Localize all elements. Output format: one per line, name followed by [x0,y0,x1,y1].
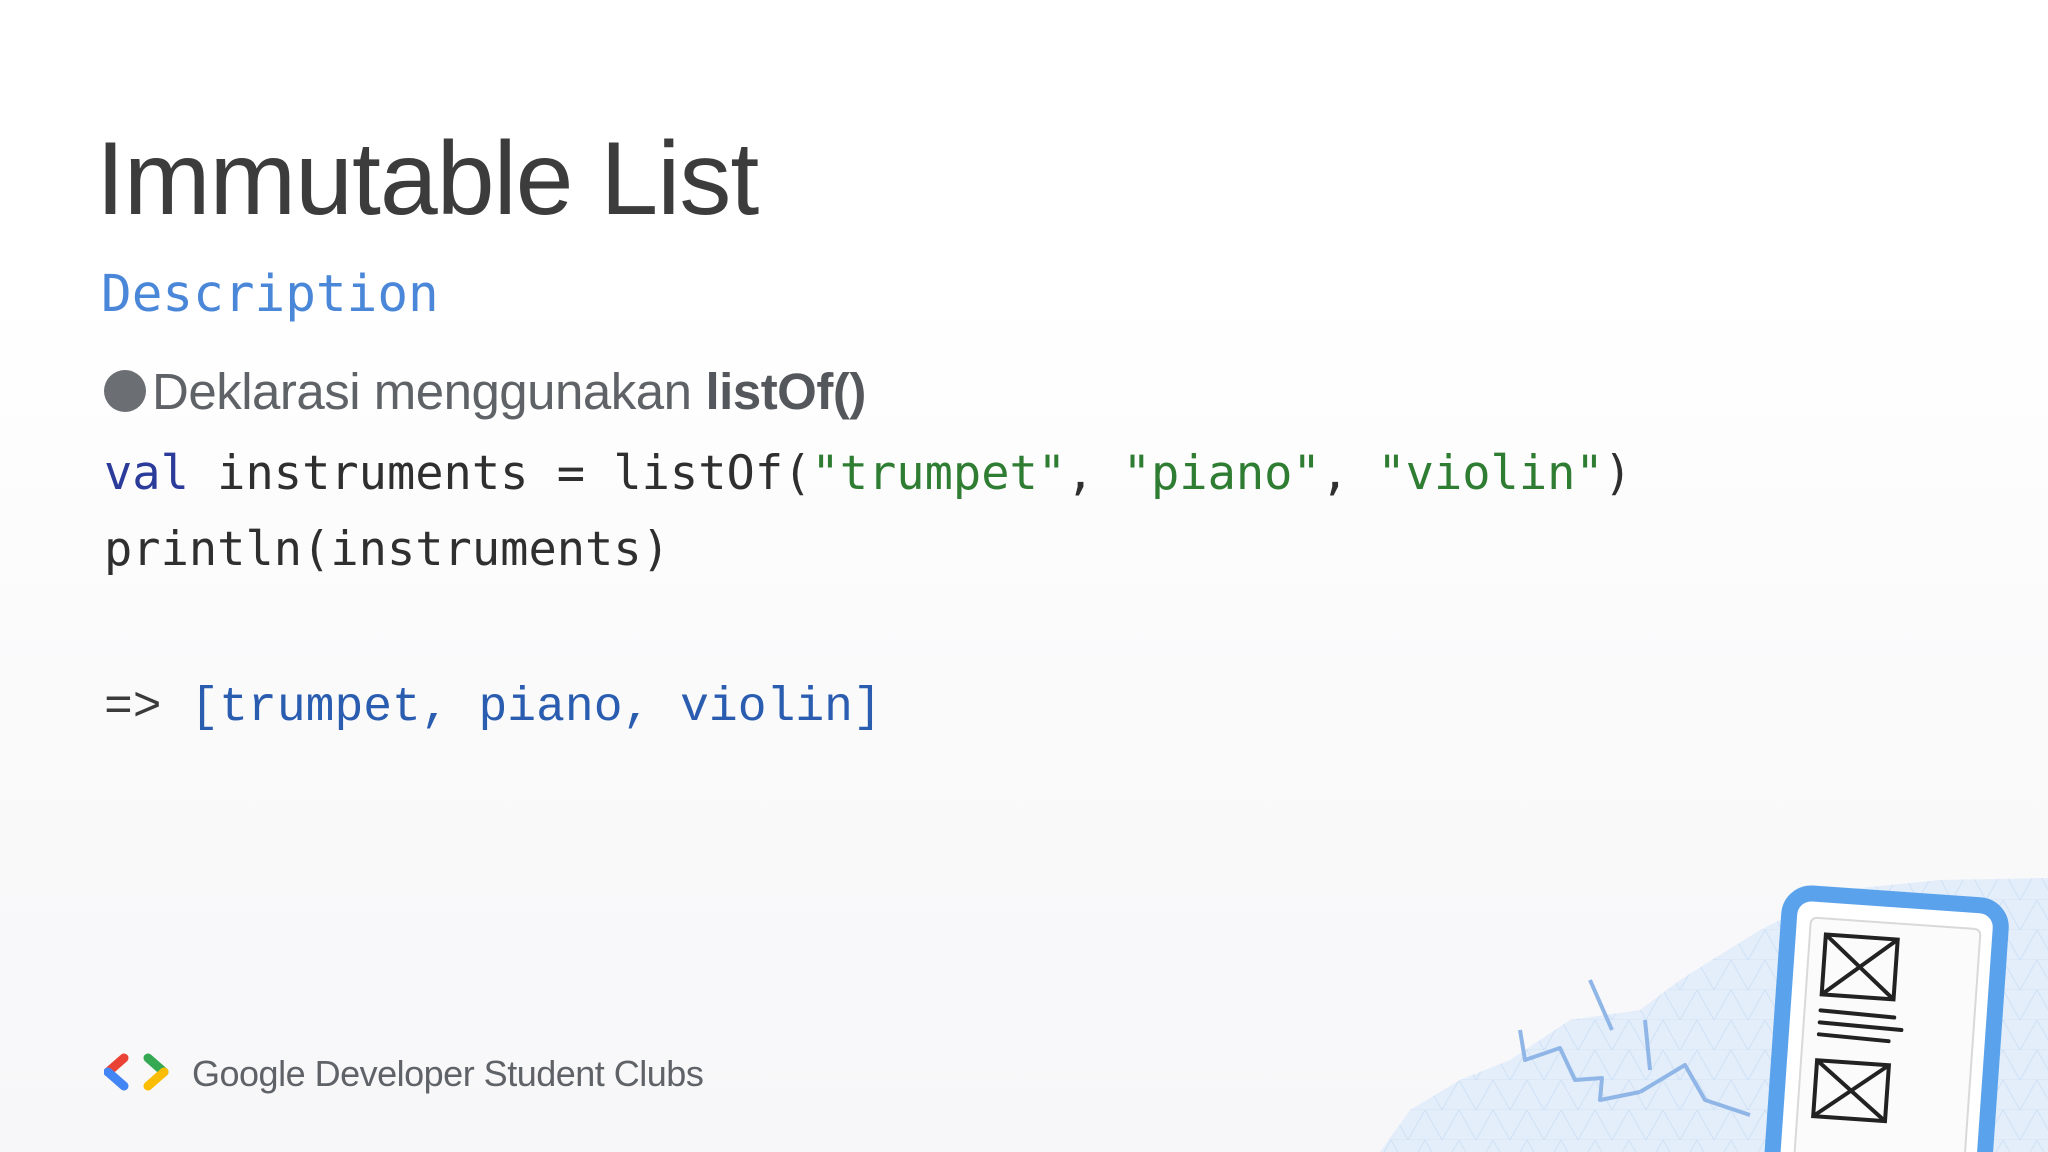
bullet-item: Deklarasi menggunakan listOf() [104,356,866,426]
slide: Immutable List Description Deklarasi men… [0,0,2048,1152]
footer-brand-text: Google Developer Student Clubs [192,1053,704,1094]
bullet-dot-icon [104,370,146,412]
output-value: [trumpet, piano, violin] [190,681,882,735]
code-separator-1: , [1066,446,1123,501]
bullet-code: listOf() [705,362,867,420]
slide-subtitle: Description [101,265,439,324]
code-keyword: val [104,446,189,501]
bullet-text: Deklarasi menggunakan [152,362,692,420]
code-string-2: "piano" [1122,446,1321,501]
code-output: => [trumpet, piano, violin] [104,680,882,738]
code-string-3: "violin" [1377,446,1604,501]
code-string-1: "trumpet" [811,446,1067,501]
phone-wireframe-illustration-icon [1380,878,2048,1152]
slide-title: Immutable List [96,121,759,237]
code-close-paren: ) [1603,446,1633,501]
code-line-1: val instruments = listOf("trumpet", "pia… [104,446,1632,502]
code-separator-2: , [1320,446,1378,501]
gdsc-logo-icon [104,1053,169,1091]
code-declaration: instruments = listOf( [188,446,812,501]
output-arrow: => [104,681,191,735]
code-line-2: println(instruments) [104,522,670,577]
